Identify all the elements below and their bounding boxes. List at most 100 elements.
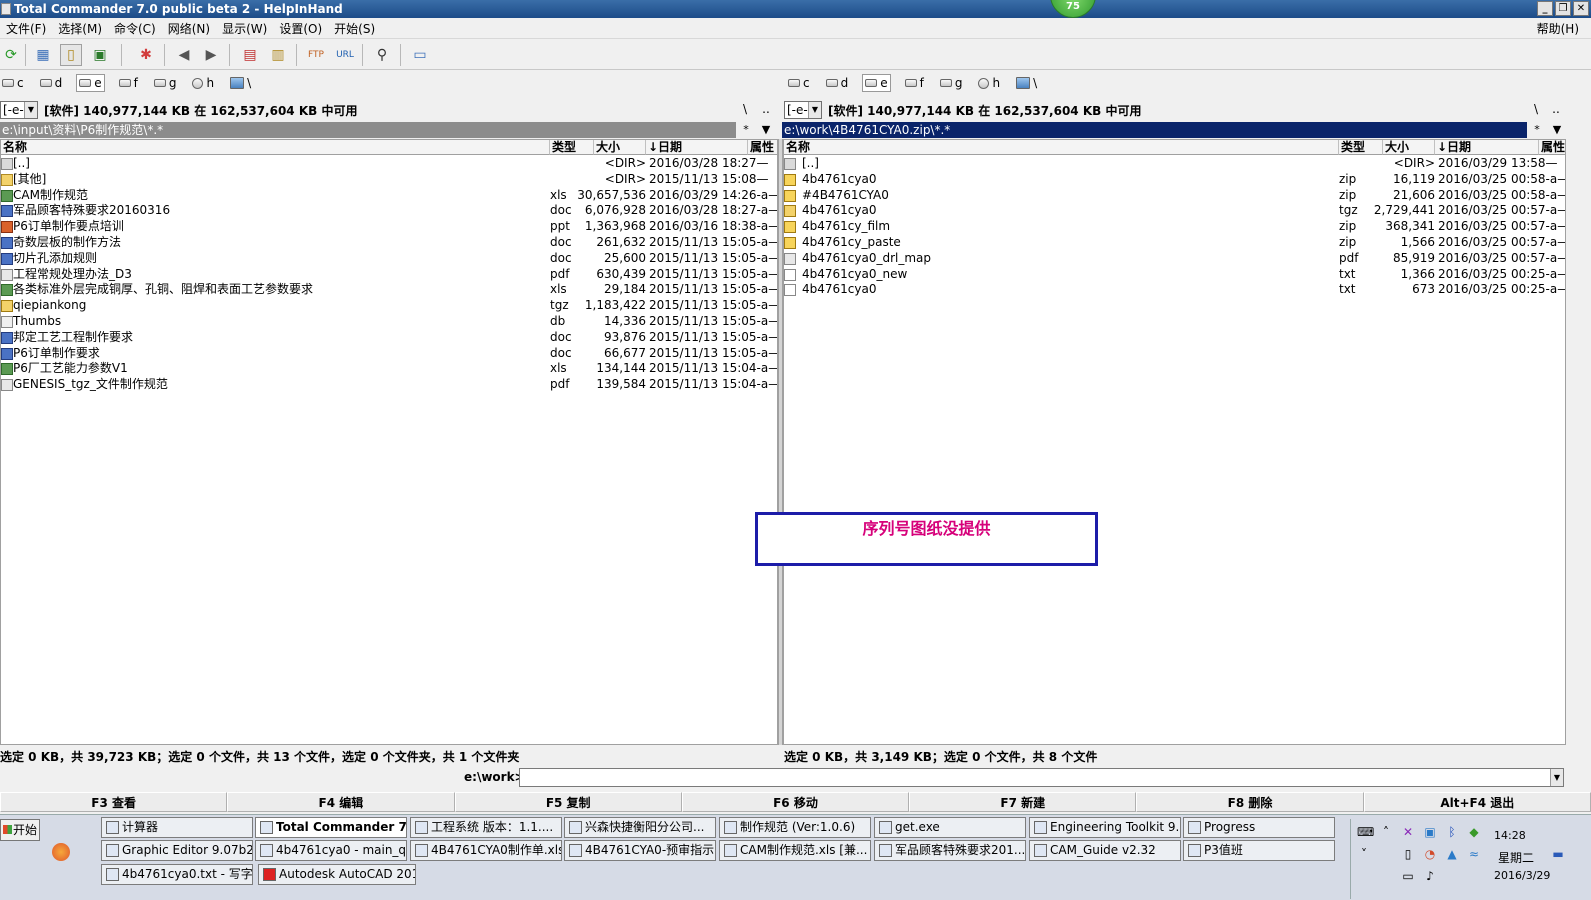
file-row[interactable]: 各类标准外层完成铜厚、孔铜、阻焊和表面工艺参数要求 xls 29,184 2015/1… <box>1 282 777 298</box>
action-center-icon[interactable]: ▲ <box>1445 847 1459 861</box>
file-row[interactable]: 4b4761cya0_drl_map pdf 85,919 2016/03/25 00… <box>784 251 1565 267</box>
left-history-star-icon[interactable]: * <box>738 122 754 138</box>
file-row[interactable]: qiepiankong tgz 1,183,422 2015/11/13 15:05-… <box>1 298 777 314</box>
file-row[interactable]: 4b4761cy_paste zip 1,566 2016/03/25 00:57-a… <box>784 235 1565 251</box>
task-button[interactable]: Progress <box>1183 817 1335 838</box>
right-drive-d[interactable]: d <box>824 74 851 92</box>
bluetooth-icon[interactable]: ᛒ <box>1445 825 1459 839</box>
volume-icon[interactable]: ♪ <box>1423 869 1437 883</box>
right-path-bar[interactable]: e:\work\4B4761CYA0.zip\*.* <box>782 122 1527 138</box>
f8-delete-button[interactable]: F8 删除 <box>1136 792 1364 812</box>
menu-file[interactable]: 文件(F) <box>0 20 52 37</box>
notepad-icon[interactable]: ▭ <box>409 44 431 66</box>
close-icon[interactable]: ✕ <box>1573 1 1589 16</box>
minimize-icon[interactable]: _ <box>1537 1 1553 16</box>
command-line-input[interactable]: ▼ <box>519 768 1564 787</box>
file-row[interactable]: 切片孔添加规则 doc 25,600 2015/11/13 15:05-a— <box>1 251 777 267</box>
task-button[interactable]: CAM_Guide v2.32 <box>1029 840 1181 861</box>
file-row[interactable]: P6订单制作要求 doc 66,677 2015/11/13 15:05-a— <box>1 346 777 362</box>
usb-icon[interactable]: ▯ <box>1401 847 1415 861</box>
file-row[interactable]: 4b4761cya0 tgz 2,729,441 2016/03/25 00:57-a… <box>784 203 1565 219</box>
right-drive-e[interactable]: e <box>862 74 891 92</box>
task-button[interactable]: Engineering Toolkit 9.07... <box>1029 817 1181 838</box>
clock-time[interactable]: 14:28 <box>1494 829 1526 842</box>
left-drive-g[interactable]: g <box>152 74 179 92</box>
file-row[interactable]: [..] <DIR> 2016/03/28 18:27— <box>1 156 777 172</box>
left-drive-f[interactable]: f <box>117 74 140 92</box>
left-root-button[interactable]: \ <box>736 100 754 118</box>
left-col-attr[interactable]: 属性 <box>748 140 777 155</box>
right-history-dropdown-icon[interactable]: ▼ <box>1549 122 1565 138</box>
task-button[interactable]: 4b4761cya0.txt - 写字板 <box>101 864 253 885</box>
pack-icon[interactable]: ▤ <box>239 44 261 66</box>
ftp-connect-icon[interactable]: FTP <box>305 44 327 66</box>
f4-edit-button[interactable]: F4 编辑 <box>227 792 455 812</box>
app-tray-icon[interactable]: ◔ <box>1423 847 1437 861</box>
task-button[interactable]: 4b4761cya0 - main_qa <box>255 840 407 861</box>
url-connect-icon[interactable]: URL <box>334 44 356 66</box>
right-up-button[interactable]: .. <box>1547 100 1565 118</box>
menu-start[interactable]: 开始(S) <box>328 20 381 37</box>
file-row[interactable]: Thumbs db 14,336 2015/11/13 15:05-a— <box>1 314 777 330</box>
shield-icon[interactable]: ◆ <box>1467 825 1481 839</box>
full-view-icon[interactable]: ▯ <box>60 44 82 66</box>
file-row[interactable]: 军品顾客特殊要求20160316 doc 6,076,928 2016/03/28 1… <box>1 203 777 219</box>
task-button[interactable]: 制作规范 (Ver:1.0.6) <box>719 817 871 838</box>
file-row[interactable]: 4b4761cy_film zip 368,341 2016/03/25 00:57-… <box>784 219 1565 235</box>
right-drive-f[interactable]: f <box>903 74 926 92</box>
right-drive-h[interactable]: h <box>976 74 1002 92</box>
refresh-icon[interactable]: ⟳ <box>0 44 22 66</box>
task-button[interactable]: Graphic Editor 9.07b2 (... <box>101 840 253 861</box>
file-row[interactable]: P6订单制作要点培训 ppt 1,363,968 2016/03/16 18:38-a… <box>1 219 777 235</box>
file-row[interactable]: GENESIS_tgz_文件制作规范 pdf 139,584 2015/11/13 1… <box>1 377 777 393</box>
menu-show[interactable]: 显示(W) <box>216 20 273 37</box>
left-drive-c[interactable]: c <box>0 74 26 92</box>
file-row[interactable]: 4b4761cya0_new txt 1,366 2016/03/25 00:25-a… <box>784 267 1565 283</box>
chevron-up-icon[interactable]: ˄ <box>1379 825 1393 839</box>
left-col-type[interactable]: 类型 <box>550 140 594 155</box>
right-drive-combo[interactable]: [-e-] ▼ <box>784 101 822 119</box>
left-history-dropdown-icon[interactable]: ▼ <box>758 122 774 138</box>
menu-select[interactable]: 选择(M) <box>52 20 108 37</box>
back-icon[interactable]: ◀ <box>173 44 195 66</box>
menu-config[interactable]: 设置(O) <box>273 20 328 37</box>
file-row[interactable]: 工程常规处理办法_D3 pdf 630,439 2015/11/13 15:05-a— <box>1 267 777 283</box>
menu-help[interactable]: 帮助(H) <box>1531 20 1585 37</box>
thumbnail-view-icon[interactable]: ▣ <box>89 44 111 66</box>
left-path-bar[interactable]: e:\input\资料\P6制作规范\*.* <box>0 122 736 138</box>
task-button[interactable]: 工程系统 版本：1.1.... <box>410 817 562 838</box>
file-row[interactable]: 奇数层板的制作方法 doc 261,632 2015/11/13 15:05-a— <box>1 235 777 251</box>
task-button[interactable]: get.exe <box>874 817 1026 838</box>
right-col-size[interactable]: 大小 <box>1383 140 1435 155</box>
restore-icon[interactable]: ❐ <box>1555 1 1571 16</box>
task-button[interactable]: 4B4761CYA0制作单.xls... <box>410 840 562 861</box>
chevron-down-icon[interactable]: ▼ <box>1550 769 1563 786</box>
file-row[interactable]: 4b4761cya0 txt 673 2016/03/25 00:25-a— <box>784 282 1565 298</box>
left-drive-h[interactable]: h <box>190 74 216 92</box>
f6-move-button[interactable]: F6 移动 <box>681 792 910 812</box>
right-col-date[interactable]: ↓日期 <box>1435 140 1539 155</box>
task-button[interactable]: 4B4761CYA0-预审指示... <box>564 840 716 861</box>
x-tray-icon[interactable]: ✕ <box>1401 825 1415 839</box>
right-history-star-icon[interactable]: * <box>1529 122 1545 138</box>
invert-selection-icon[interactable]: ✱ <box>135 44 157 66</box>
f5-copy-button[interactable]: F5 复制 <box>454 792 682 812</box>
clock-date[interactable]: 2016/3/29 <box>1494 869 1550 882</box>
menu-commands[interactable]: 命令(C) <box>108 20 162 37</box>
feather-icon[interactable]: ≈ <box>1467 847 1481 861</box>
task-button[interactable]: 计算器 <box>101 817 253 838</box>
right-root-button[interactable]: \ <box>1527 100 1545 118</box>
file-row[interactable]: #4B4761CYA0 zip 21,606 2016/03/25 00:58-a— <box>784 188 1565 204</box>
right-drive-c[interactable]: c <box>786 74 812 92</box>
forward-icon[interactable]: ▶ <box>200 44 222 66</box>
right-col-attr[interactable]: 属性 <box>1539 140 1565 155</box>
right-drive-network[interactable]: \ <box>1014 74 1039 92</box>
brief-view-icon[interactable]: ▦ <box>32 44 54 66</box>
task-button[interactable]: P3值班 <box>1183 840 1335 861</box>
file-row[interactable]: 邦定工艺工程制作要求 doc 93,876 2015/11/13 15:05-a— <box>1 330 777 346</box>
file-row[interactable]: P6厂工艺能力参数V1 xls 134,144 2015/11/13 15:04-a— <box>1 361 777 377</box>
task-button[interactable]: Total Commander 7.... <box>255 817 407 838</box>
keyboard-icon[interactable]: ⌨ <box>1357 825 1374 839</box>
task-button[interactable]: Autodesk AutoCAD 2014... <box>258 864 416 885</box>
task-button[interactable]: CAM制作规范.xls [兼... <box>719 840 871 861</box>
